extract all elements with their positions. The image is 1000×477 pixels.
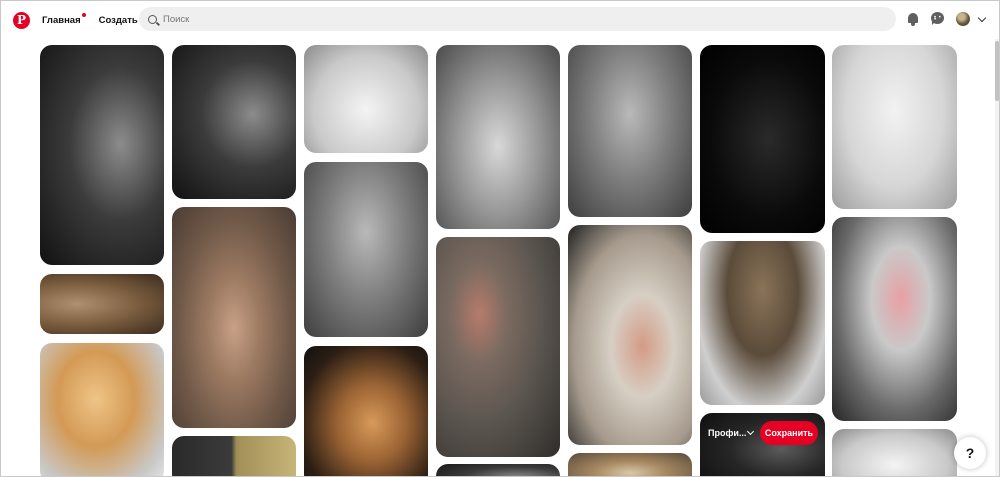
pin-image[interactable] <box>832 45 957 209</box>
search-bar[interactable] <box>139 7 896 31</box>
nav-home-link[interactable]: Главная <box>42 15 81 26</box>
pin-image[interactable] <box>832 217 957 421</box>
search-icon <box>148 14 157 24</box>
pin-image[interactable] <box>700 241 825 405</box>
pin-image[interactable] <box>832 429 957 476</box>
pin-image[interactable] <box>304 45 428 153</box>
pin-image[interactable] <box>568 45 692 217</box>
pin-image[interactable] <box>700 45 825 233</box>
scrollbar-thumb[interactable] <box>995 41 999 101</box>
pin-image[interactable] <box>40 343 164 476</box>
browser-viewport: Главная Создать • • • Профи... Сохранить <box>0 0 1000 477</box>
pin-image[interactable] <box>172 207 296 428</box>
pin-image[interactable] <box>436 237 560 457</box>
search-input[interactable] <box>163 13 863 25</box>
bell-icon[interactable] <box>906 12 920 26</box>
save-button[interactable]: Сохранить <box>760 421 818 445</box>
help-button[interactable]: ? <box>954 437 986 469</box>
pin-image[interactable] <box>568 225 692 445</box>
pin-image[interactable] <box>40 45 164 265</box>
pin-image[interactable] <box>304 346 428 476</box>
scrollbar[interactable] <box>995 39 999 476</box>
pin-image[interactable] <box>436 45 560 229</box>
notification-dot <box>81 13 86 17</box>
pinterest-logo-icon[interactable] <box>13 11 30 29</box>
pin-image[interactable] <box>304 162 428 337</box>
board-select[interactable]: Профи... <box>708 428 746 438</box>
avatar[interactable] <box>956 12 970 26</box>
pin-image[interactable] <box>172 436 296 476</box>
pin-image[interactable] <box>172 45 296 199</box>
nav-create-link[interactable]: Создать <box>99 15 138 26</box>
pin-image[interactable] <box>568 453 692 476</box>
pin-image[interactable] <box>436 464 560 476</box>
pin-image[interactable] <box>40 274 164 334</box>
chat-icon[interactable]: • • • <box>931 12 945 26</box>
